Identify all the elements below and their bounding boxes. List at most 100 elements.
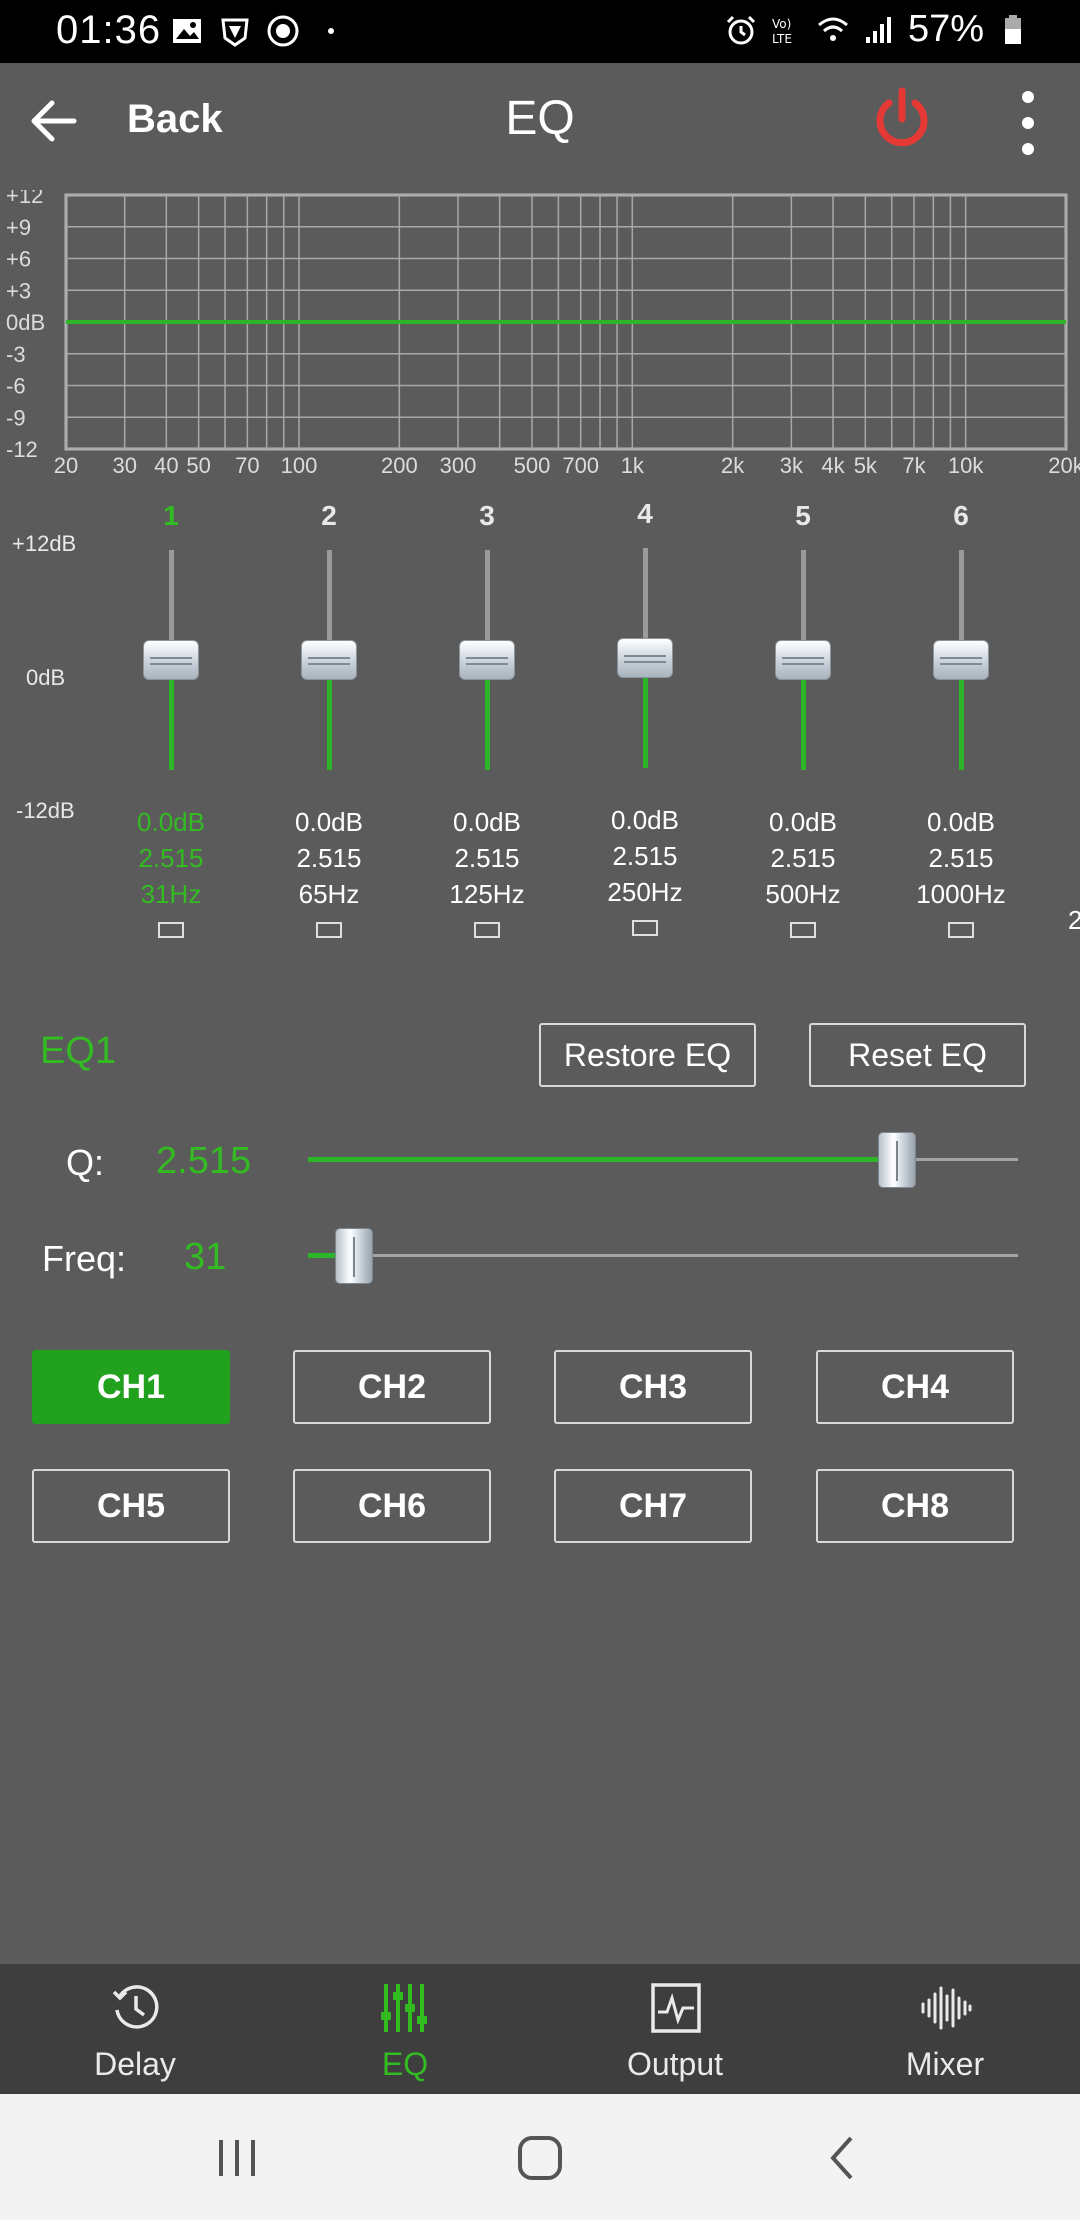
- q-slider-fill: [308, 1157, 898, 1162]
- app-header: Back EQ: [0, 63, 1080, 188]
- graph-x-tick: 5k: [854, 453, 878, 478]
- graph-x-tick: 10k: [948, 453, 984, 478]
- fader-knob[interactable]: [775, 640, 831, 680]
- fader-track[interactable]: [882, 550, 1040, 780]
- fader-values: 0.0dB 2.515 31Hz: [92, 804, 250, 912]
- fader-track[interactable]: [566, 548, 724, 778]
- q-slider[interactable]: [308, 1130, 1018, 1190]
- fader-bypass-checkbox[interactable]: [948, 922, 974, 938]
- nav-eq[interactable]: EQ: [270, 1964, 540, 2094]
- freq-slider[interactable]: [308, 1226, 1018, 1286]
- nav-mixer-label: Mixer: [905, 2046, 985, 2082]
- channel-button-ch4[interactable]: CH4: [816, 1350, 1014, 1424]
- fader-number[interactable]: 3: [408, 500, 566, 540]
- fader-knob[interactable]: [459, 640, 515, 680]
- fader-q: 2.515: [612, 841, 678, 871]
- power-icon[interactable]: [870, 85, 934, 155]
- fader-knob[interactable]: [617, 638, 673, 678]
- restore-eq-button[interactable]: Restore EQ: [539, 1023, 756, 1087]
- fader-band-5: 5 0.0dB 2.515 500Hz: [724, 500, 882, 938]
- home-icon[interactable]: [510, 2128, 570, 2188]
- fader-band-2: 2 0.0dB 2.515 65Hz: [250, 500, 408, 938]
- fader-number[interactable]: 1: [92, 500, 250, 540]
- fader-track[interactable]: [92, 550, 250, 780]
- channel-button-ch2[interactable]: CH2: [293, 1350, 491, 1424]
- graph-x-tick: 40: [154, 453, 178, 478]
- fader-number[interactable]: 2: [250, 500, 408, 540]
- channel-button-ch7[interactable]: CH7: [554, 1469, 752, 1543]
- nav-delay[interactable]: Delay: [0, 1964, 270, 2094]
- battery-icon: [1005, 14, 1021, 44]
- sliders-icon: [381, 1984, 427, 2032]
- fader-gain: 0.0dB: [453, 807, 521, 837]
- graph-x-tick: 200: [381, 453, 418, 478]
- fader-bypass-checkbox[interactable]: [316, 922, 342, 938]
- graph-x-tick: 20k: [1048, 453, 1080, 478]
- graph-y-tick: +12: [6, 190, 43, 208]
- fader-gain: 0.0dB: [137, 807, 205, 837]
- graph-y-tick: -9: [6, 405, 26, 430]
- fader-band-4: 4 0.0dB 2.515 250Hz: [566, 498, 724, 936]
- graph-y-tick: -3: [6, 342, 26, 367]
- channel-button-ch3[interactable]: CH3: [554, 1350, 752, 1424]
- fader-track[interactable]: [408, 550, 566, 780]
- fader-bypass-checkbox[interactable]: [158, 922, 184, 938]
- fader-freq: 65Hz: [298, 879, 360, 909]
- status-bar: 01:36 Vo) LTE 57%: [0, 0, 1080, 63]
- fader-track[interactable]: [250, 550, 408, 780]
- fader-band-6: 6 0.0dB 2.515 1000Hz: [882, 500, 1040, 938]
- fader-number[interactable]: 5: [724, 500, 882, 540]
- fader-bypass-checkbox[interactable]: [474, 922, 500, 938]
- back-nav-icon[interactable]: [813, 2128, 873, 2188]
- status-time: 01:36: [56, 8, 162, 52]
- fader-track[interactable]: [724, 550, 882, 780]
- dot-icon: [328, 28, 334, 34]
- club-badge-icon: [267, 15, 299, 47]
- freq-value: 31: [184, 1236, 227, 1278]
- volte-icon: Vo)LTE: [772, 17, 792, 46]
- q-slider-thumb[interactable]: [878, 1132, 917, 1188]
- fader-bypass-checkbox[interactable]: [790, 922, 816, 938]
- graph-x-tick: 100: [281, 453, 318, 478]
- freq-slider-thumb[interactable]: [335, 1228, 374, 1284]
- audio-wave-icon: [921, 1986, 972, 2030]
- graph-x-tick: 2k: [721, 453, 745, 478]
- fader-number[interactable]: 6: [882, 500, 1040, 540]
- fader-knob[interactable]: [933, 640, 989, 680]
- recent-apps-icon[interactable]: [207, 2128, 267, 2188]
- fader-gain: 0.0dB: [295, 807, 363, 837]
- more-menu-icon[interactable]: [1010, 83, 1046, 163]
- fader-band-3: 3 0.0dB 2.515 125Hz: [408, 500, 566, 938]
- channel-button-ch5[interactable]: CH5: [32, 1469, 230, 1543]
- fader-values: 0.0dB 2.515 125Hz: [408, 804, 566, 912]
- nav-eq-label: EQ: [381, 2046, 429, 2082]
- alarm-icon: [726, 15, 755, 44]
- nav-mixer[interactable]: Mixer: [810, 1964, 1080, 2094]
- svg-text:LTE: LTE: [772, 32, 792, 46]
- graph-x-tick: 300: [440, 453, 477, 478]
- gallery-icon: [173, 19, 201, 43]
- notification-icons: [170, 14, 348, 48]
- fader-number[interactable]: 4: [566, 498, 724, 538]
- channel-button-ch1[interactable]: CH1: [32, 1350, 230, 1424]
- nav-output[interactable]: Output: [540, 1964, 810, 2094]
- fader-values: 0.0dB 2.515 65Hz: [250, 804, 408, 912]
- wifi-icon: [817, 17, 848, 41]
- fader-band-1: 1 0.0dB 2.515 31Hz: [92, 500, 250, 938]
- graph-x-tick: 70: [235, 453, 259, 478]
- fader-knob[interactable]: [143, 640, 199, 680]
- graph-x-tick: 3k: [780, 453, 804, 478]
- fader-knob[interactable]: [301, 640, 357, 680]
- clock-icon: [112, 1985, 159, 2029]
- channel-button-ch6[interactable]: CH6: [293, 1469, 491, 1543]
- fader-bypass-checkbox[interactable]: [632, 920, 658, 936]
- graph-x-tick: 7k: [902, 453, 926, 478]
- fader-gain: 0.0dB: [927, 807, 995, 837]
- graph-x-tick: 1k: [621, 453, 645, 478]
- nav-output-label: Output: [626, 2046, 724, 2082]
- freq-label: Freq:: [42, 1238, 127, 1279]
- reset-eq-button[interactable]: Reset EQ: [809, 1023, 1026, 1087]
- fader-q: 2.515: [138, 843, 204, 873]
- channel-button-ch8[interactable]: CH8: [816, 1469, 1014, 1543]
- graph-x-tick: 700: [562, 453, 599, 478]
